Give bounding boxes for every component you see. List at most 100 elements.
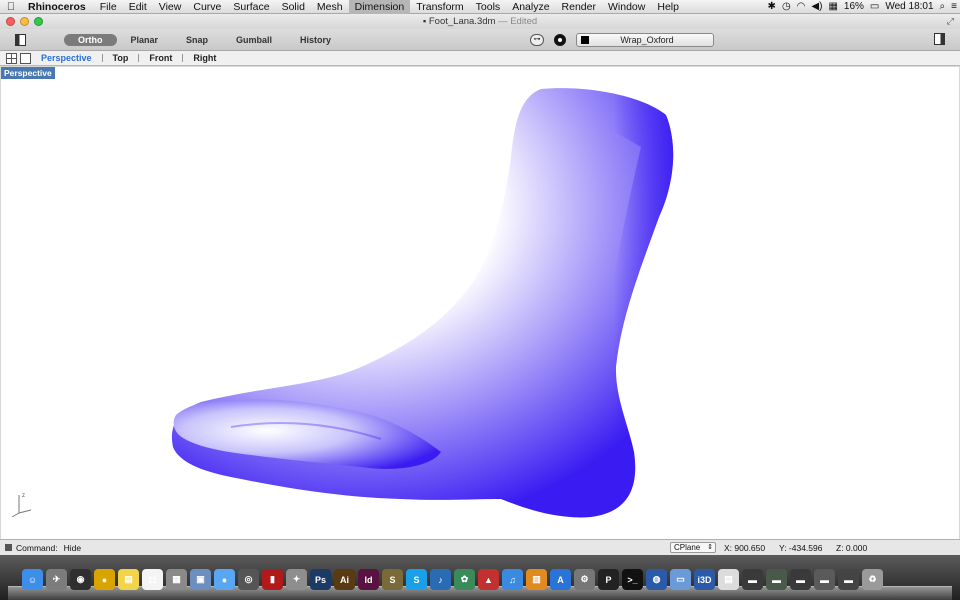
chrome-icon[interactable]: ●: [94, 569, 115, 590]
document-icon: ▪: [422, 16, 427, 27]
toggle-history[interactable]: History: [286, 34, 345, 46]
menu-mesh[interactable]: Mesh: [311, 0, 349, 14]
window-thumb-icon[interactable]: ▬: [814, 569, 835, 590]
foot-model[interactable]: [1, 67, 959, 539]
skype-icon[interactable]: S: [406, 569, 427, 590]
calculator-icon[interactable]: ▦: [166, 569, 187, 590]
menu-tools[interactable]: Tools: [470, 0, 507, 14]
window-thumb-icon[interactable]: ▬: [838, 569, 859, 590]
tab-right[interactable]: Right: [183, 51, 226, 66]
trash-icon[interactable]: ♻: [862, 569, 883, 590]
menu-view[interactable]: View: [153, 0, 188, 14]
pages-icon[interactable]: P: [598, 569, 619, 590]
itunes-icon[interactable]: ♫: [502, 569, 523, 590]
menu-bar:  Rhinoceros FileEditViewCurveSurfaceSol…: [0, 0, 960, 14]
photoshop-icon[interactable]: Ps: [310, 569, 331, 590]
tab-top[interactable]: Top: [103, 51, 139, 66]
terminal-icon[interactable]: >_: [622, 569, 643, 590]
toggle-snap[interactable]: Snap: [172, 34, 222, 46]
photo-booth-icon[interactable]: ▮: [262, 569, 283, 590]
flag-icon[interactable]: ▦: [825, 0, 840, 14]
3d-app-icon[interactable]: i3D: [694, 569, 715, 590]
window-titlebar: ▪ Foot_Lana.3dm — Edited ⤢: [0, 14, 960, 29]
stickies-icon[interactable]: ▤: [118, 569, 139, 590]
photos-icon[interactable]: ✿: [454, 569, 475, 590]
minimize-window-button[interactable]: [20, 17, 29, 26]
launchpad-icon[interactable]: ✈: [46, 569, 67, 590]
time-machine-icon[interactable]: ◷: [779, 0, 794, 14]
command-prompt: Command:: [16, 542, 58, 553]
toggle-ortho[interactable]: Ortho: [64, 33, 117, 46]
perspective-viewport[interactable]: Perspective z: [1, 67, 959, 539]
tab-front[interactable]: Front: [139, 51, 182, 66]
music-app-icon[interactable]: ♪: [430, 569, 451, 590]
four-viewports-icon[interactable]: [6, 52, 17, 64]
record-icon[interactable]: [554, 34, 566, 46]
illustrator-icon[interactable]: Ai: [334, 569, 355, 590]
battery-icon[interactable]: ▭: [867, 0, 882, 14]
folder-icon[interactable]: ▭: [670, 569, 691, 590]
window-title: ▪ Foot_Lana.3dm — Edited: [0, 16, 960, 27]
camera-icon[interactable]: ◎: [238, 569, 259, 590]
app-menu[interactable]: Rhinoceros: [22, 0, 94, 14]
tools-icon[interactable]: ✦: [286, 569, 307, 590]
finder-icon[interactable]: ☺: [22, 569, 43, 590]
volume-icon[interactable]: ◀): [808, 0, 825, 14]
indesign-icon[interactable]: Id: [358, 569, 379, 590]
apple-icon[interactable]: : [0, 1, 22, 13]
layer-selector[interactable]: Wrap_Oxford: [576, 33, 714, 47]
viewport-tab-list: Perspective Top Front Right: [31, 51, 226, 66]
messages-icon[interactable]: ●: [214, 569, 235, 590]
network-icon[interactable]: ◍: [646, 569, 667, 590]
axis-z-label: z: [22, 493, 25, 499]
toolbar: Ortho Planar Snap Gumball History ⊶ Wrap_Oxf…: [0, 29, 960, 51]
menu-help[interactable]: Help: [651, 0, 685, 14]
status-menus: ✱ ◷ ◠ ◀) ▦ 16% ▭ Wed 18:01 ⌕ ≡: [765, 0, 960, 14]
menu-dimension[interactable]: Dimension: [348, 0, 411, 14]
clock[interactable]: Wed 18:01: [882, 0, 936, 14]
window-thumb-icon[interactable]: ▬: [766, 569, 787, 590]
calendar-icon[interactable]: 11: [142, 569, 163, 590]
cplane-label: CPlane: [674, 543, 701, 552]
rhino-icon[interactable]: ▲: [478, 569, 499, 590]
ibooks-icon[interactable]: ▥: [526, 569, 547, 590]
notification-center-icon[interactable]: ≡: [948, 0, 960, 14]
window-thumb-icon[interactable]: ▬: [742, 569, 763, 590]
layer-color-swatch: [581, 36, 589, 44]
right-panel-toggle-icon[interactable]: [934, 33, 945, 45]
menu-edit[interactable]: Edit: [123, 0, 153, 14]
layer-name: Wrap_Oxford: [620, 35, 674, 45]
command-history-icon[interactable]: [5, 544, 12, 551]
sketch-icon[interactable]: S: [382, 569, 403, 590]
window-thumb-icon[interactable]: ▬: [790, 569, 811, 590]
command-input[interactable]: Hide: [64, 543, 81, 553]
fullscreen-icon[interactable]: ⤢: [947, 16, 954, 27]
menu-surface[interactable]: Surface: [227, 0, 275, 14]
tab-perspective[interactable]: Perspective: [31, 51, 102, 66]
menu-window[interactable]: Window: [602, 0, 651, 14]
document-icon[interactable]: ▤: [718, 569, 739, 590]
menu-transform[interactable]: Transform: [410, 0, 469, 14]
wifi-icon[interactable]: ◠: [794, 0, 809, 14]
left-panel-toggle-icon[interactable]: [15, 33, 26, 46]
app-store-icon[interactable]: A: [550, 569, 571, 590]
single-viewport-icon[interactable]: [20, 52, 31, 64]
system-preferences-icon[interactable]: ⚙: [574, 569, 595, 590]
cplane-select[interactable]: CPlane ⇕: [670, 542, 716, 553]
menu-solid[interactable]: Solid: [276, 0, 311, 14]
dock-icons: ☺ ✈ ◉ ● ▤ 11 ▦ ▣ ● ◎ ▮ ✦ Ps Ai Id S S ♪ ✿ ▲ ♫ ▥ A ⚙ P >_ ◍ ▭ i3D ▤ ▬ ▬ ▬…: [22, 569, 883, 590]
battery-text[interactable]: 16%: [841, 0, 867, 14]
close-window-button[interactable]: [6, 17, 15, 26]
menu-curve[interactable]: Curve: [187, 0, 227, 14]
dashboard-icon[interactable]: ◉: [70, 569, 91, 590]
preview-icon[interactable]: ▣: [190, 569, 211, 590]
menu-file[interactable]: File: [94, 0, 123, 14]
key-icon[interactable]: ⊶: [530, 34, 544, 46]
zoom-window-button[interactable]: [34, 17, 43, 26]
spotlight-icon[interactable]: ⌕: [937, 0, 949, 14]
bluetooth-icon[interactable]: ✱: [765, 0, 779, 14]
menu-render[interactable]: Render: [556, 0, 602, 14]
toggle-planar[interactable]: Planar: [117, 34, 173, 46]
menu-analyze[interactable]: Analyze: [506, 0, 555, 14]
toggle-gumball[interactable]: Gumball: [222, 34, 286, 46]
